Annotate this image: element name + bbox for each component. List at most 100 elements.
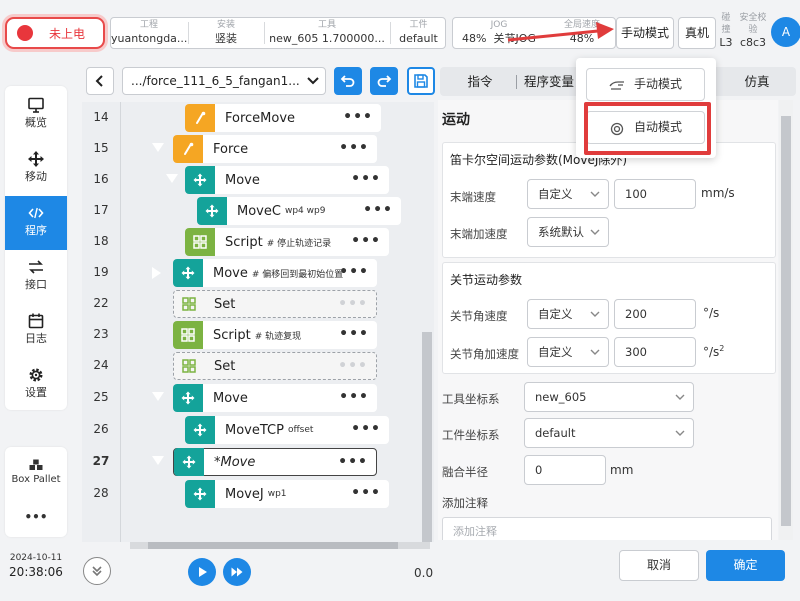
manual-mode-button[interactable]: 手动模式 [616,17,674,49]
power-status-button[interactable]: 未上电 [5,17,105,49]
node-more-button[interactable]: ••• [339,388,369,406]
joint-accel-mode-select[interactable]: 自定义 [527,337,609,367]
nav-interface[interactable]: 接口 [5,250,67,304]
tree-vertical-scrollbar[interactable] [422,332,432,542]
note-input[interactable]: 添加注释 [442,517,772,540]
program-tree[interactable]: 14 ForceMove ••• 15 Force ••• 16 Move ••… [82,102,434,542]
tree-horizontal-scrollbar[interactable] [130,542,430,549]
collapse-toggle-icon[interactable] [152,392,164,401]
speed-group[interactable]: JOG 48% 关节JOG 全局速度 48% [452,17,616,49]
confirm-button[interactable]: 确定 [706,550,785,581]
project-info[interactable]: 工程 yuantongda... [111,18,187,48]
blend-radius-input[interactable]: 0 [524,455,606,485]
program-node[interactable]: MoveJ wp1 ••• [185,480,389,508]
step-forward-button[interactable] [223,558,251,586]
tab-variables[interactable]: 程序变量 [517,67,581,96]
safety-check[interactable]: 安全校验 c8c3 [736,12,770,50]
nav-box-pallet[interactable]: Box Pallet [5,449,67,497]
tool-frame-label: 工具坐标系 [442,392,500,406]
real-machine-button[interactable]: 真机 [678,17,716,49]
joint-speed-mode-select[interactable]: 自定义 [527,299,609,329]
nav-more-button[interactable]: ••• [5,505,67,535]
program-node[interactable]: Move ••• [185,166,389,194]
program-node[interactable]: Move ••• [173,384,377,412]
joint-accel-input[interactable]: 300 [614,337,696,367]
node-more-button[interactable]: ••• [351,484,381,502]
workpiece-info[interactable]: 工件 default [391,18,446,48]
work-frame-select[interactable]: default [524,418,694,448]
program-row: 17 MoveC wp4 wp9 ••• [82,195,422,226]
tab-simulation[interactable]: 仿真 [722,67,792,96]
node-more-button[interactable]: ••• [338,453,368,471]
jog-info[interactable]: JOG 48% 关节JOG [453,18,545,48]
program-node[interactable]: Script # 停止轨迹记录 ••• [185,228,389,256]
nav-log[interactable]: 日志 [5,304,67,358]
nav-overview[interactable]: 概览 [5,88,67,142]
program-node[interactable]: ForceMove ••• [185,104,381,132]
move-icon [185,480,215,508]
end-speed-mode-select[interactable]: 自定义 [527,179,609,209]
global-speed-info[interactable]: 全局速度 48% [549,18,615,48]
program-node[interactable]: MoveC wp4 wp9 ••• [197,197,401,225]
redo-button[interactable] [370,67,398,95]
collapse-toggle-icon[interactable] [152,143,164,152]
jog-title: JOG [490,20,508,30]
panel-scrollbar[interactable] [779,100,793,540]
program-file-select[interactable]: .../force_111_6_5_fangan1... [122,67,326,95]
row-number: 15 [93,141,109,155]
nav-settings[interactable]: 设置 [5,358,67,412]
joint-speed-label: 关节角速度 [450,309,508,323]
tab-instructions[interactable]: 指令 [444,67,516,96]
node-more-button[interactable]: ••• [339,325,369,343]
redo-icon [377,75,392,87]
row-number: 16 [93,172,109,186]
node-more-button[interactable]: ••• [351,420,381,438]
power-off-dot-icon [17,25,33,41]
program-node-disabled[interactable]: Set ••• [173,352,377,380]
tool-value: new_605 1.700000... [269,32,385,45]
scrollbar-thumb[interactable] [781,116,791,526]
play-button[interactable] [188,558,216,586]
node-more-button[interactable]: ••• [339,263,369,281]
node-more-button[interactable]: ••• [338,357,368,375]
collapse-toggle-icon[interactable] [152,456,164,465]
collision-level[interactable]: 碰撞 L3 [719,12,733,50]
panel-title: 运动 [442,112,470,128]
program-node[interactable]: Move # 偏移回到最初始位置 ••• [173,259,377,287]
global-speed-title: 全局速度 [563,20,600,30]
swap-icon [29,260,43,274]
nav-program[interactable]: 程序 [5,196,67,250]
program-row: 19 Move # 偏移回到最初始位置 ••• [82,257,422,288]
end-accel-mode-select[interactable]: 系统默认 [527,217,609,247]
node-more-button[interactable]: ••• [351,232,381,250]
joint-speed-input[interactable]: 200 [614,299,696,329]
tool-info[interactable]: 工具 new_605 1.700000... [265,18,389,48]
expand-toggle-icon[interactable] [152,267,161,279]
row-number: 23 [93,327,109,341]
tool-frame-select[interactable]: new_605 [524,382,694,412]
program-node[interactable]: Force ••• [173,135,377,163]
node-more-button[interactable]: ••• [339,139,369,157]
program-node-selected[interactable]: *Move ••• [173,448,377,476]
undo-button[interactable] [334,67,362,95]
save-button[interactable] [407,67,435,95]
program-node-disabled[interactable]: Set ••• [173,290,377,318]
program-node[interactable]: Script # 轨迹复现 ••• [173,321,377,349]
nav-move[interactable]: 移动 [5,142,67,196]
collapse-toggle-icon[interactable] [166,174,178,183]
node-more-button[interactable]: ••• [351,170,381,188]
end-speed-input[interactable]: 100 [614,179,696,209]
scrollbar-thumb[interactable] [148,542,398,549]
node-more-button[interactable]: ••• [363,201,393,219]
auto-mode-highlight-box [584,102,711,155]
cancel-button[interactable]: 取消 [619,550,699,581]
user-avatar[interactable]: A [771,17,800,47]
install-info[interactable]: 安装 竖装 [189,18,263,48]
fold-all-button[interactable] [83,557,111,585]
node-name: MoveC [237,203,281,219]
node-more-button[interactable]: ••• [343,108,373,126]
manual-mode-option[interactable]: 手动模式 [586,68,705,101]
back-button[interactable] [86,67,114,95]
program-node[interactable]: MoveTCP offset ••• [185,416,389,444]
node-more-button[interactable]: ••• [338,295,368,313]
